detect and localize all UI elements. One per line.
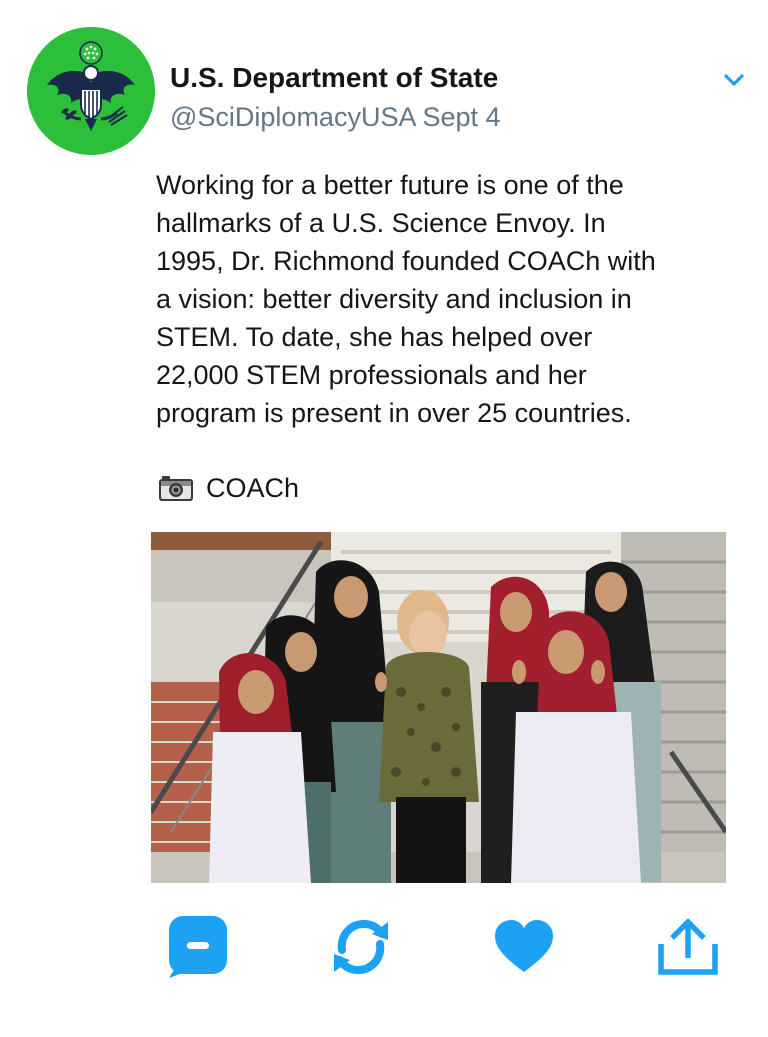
share-icon (658, 918, 718, 975)
camera-icon (159, 476, 193, 501)
tweet-text-line: 22,000 STEM professionals and her (156, 360, 587, 390)
reply-icon (169, 916, 227, 978)
tweet-text-line: STEM. To date, she has helped over (156, 322, 593, 352)
share-button[interactable] (652, 912, 722, 982)
tweet-date[interactable]: Sept 4 (423, 102, 501, 132)
retweet-button[interactable] (326, 912, 396, 982)
tweet-text-line: 1995, Dr. Richmond founded COACh with (156, 246, 656, 276)
handle[interactable]: @SciDiplomacyUSA (170, 102, 415, 132)
photo-credit-label[interactable]: COACh (206, 473, 299, 504)
tweet-text-line: Working for a better future is one of th… (156, 170, 624, 200)
display-name[interactable]: U.S. Department of State (170, 62, 498, 94)
retweet-icon (334, 919, 388, 975)
like-button[interactable] (489, 912, 559, 982)
avatar[interactable] (27, 27, 155, 155)
tweet-text: Working for a better future is one of th… (156, 166, 736, 432)
group-photo-image (151, 532, 726, 883)
tweet-text-line: a vision: better diversity and inclusion… (156, 284, 632, 314)
tweet-photo[interactable] (151, 532, 726, 883)
like-icon (495, 920, 553, 972)
action-bar (0, 912, 768, 982)
chevron-down-icon[interactable] (722, 70, 746, 90)
photo-credit: COACh (158, 470, 299, 506)
reply-button[interactable] (163, 912, 233, 982)
tweet-text-line: hallmarks of a U.S. Science Envoy. In (156, 208, 606, 238)
state-department-seal-icon (27, 27, 155, 155)
handle-and-date: @SciDiplomacyUSA Sept 4 (170, 102, 501, 133)
tweet-text-line: program is present in over 25 countries. (156, 398, 632, 428)
